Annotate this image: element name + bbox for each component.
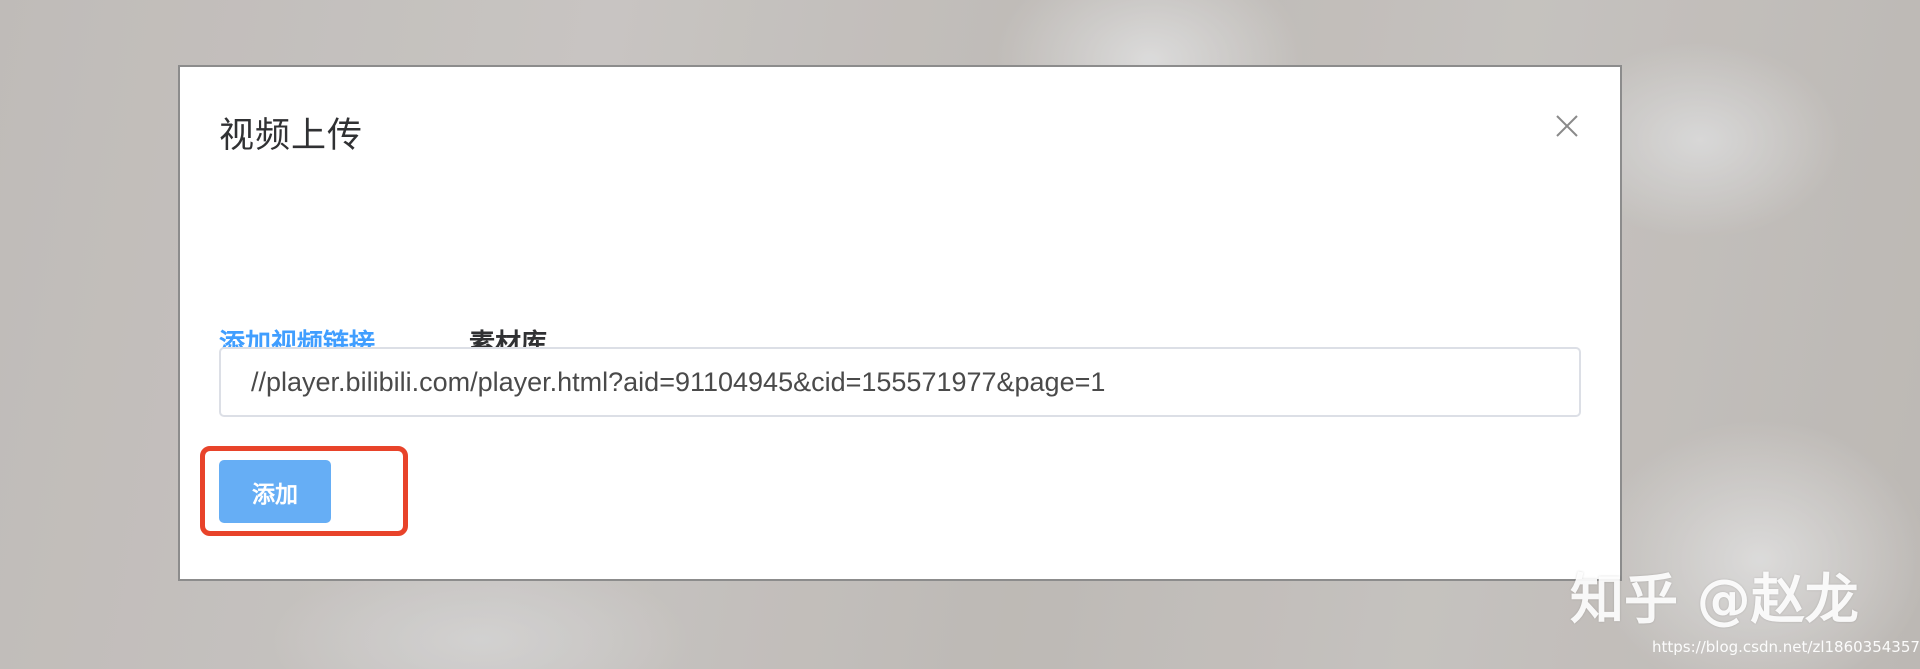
- close-icon[interactable]: [1551, 110, 1583, 142]
- watermark-author: 知乎 @赵龙: [1570, 568, 1859, 631]
- video-url-input[interactable]: [219, 347, 1581, 417]
- add-button[interactable]: 添加: [219, 460, 331, 523]
- dialog-title: 视频上传: [219, 116, 364, 156]
- watermark-url: https://blog.csdn.net/zl18603543572: [1652, 638, 1920, 656]
- video-upload-dialog: 视频上传 添加视频链接 素材库 添加: [178, 65, 1622, 581]
